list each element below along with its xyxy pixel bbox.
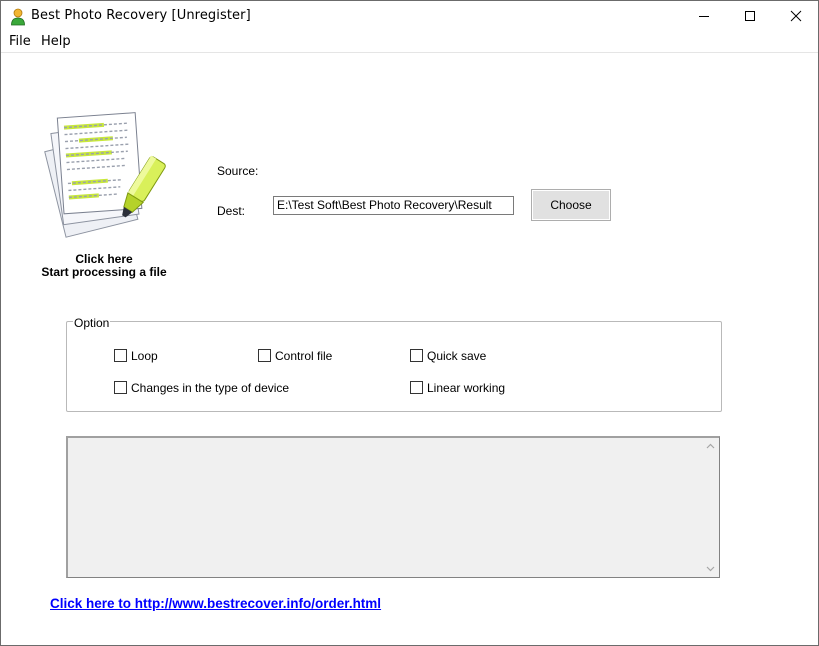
minimize-button[interactable] [681,1,727,32]
control-file-label[interactable]: Control file [275,349,332,363]
linear-working-label[interactable]: Linear working [427,381,505,395]
log-textarea[interactable] [66,436,720,578]
quick-save-label[interactable]: Quick save [427,349,486,363]
close-icon [790,10,802,22]
control-file-checkbox[interactable] [258,349,271,362]
app-window: Best Photo Recovery [Unregister] File He… [0,0,819,646]
process-file-icon[interactable] [41,109,173,239]
start-processing-label[interactable]: Start processing a file [39,265,169,279]
choose-button[interactable]: Choose [531,189,611,221]
log-scrollbar[interactable] [702,438,719,577]
title-bar: Best Photo Recovery [Unregister] [1,1,818,32]
option-group-title: Option [73,316,111,330]
dest-path-field[interactable]: E:\Test Soft\Best Photo Recovery\Result [273,196,514,215]
menu-bar: File Help [1,32,818,53]
changes-device-label[interactable]: Changes in the type of device [131,381,289,395]
maximize-icon [745,11,755,21]
option-group [66,321,722,412]
menu-file[interactable]: File [9,34,31,49]
scroll-up-icon[interactable] [706,442,715,451]
maximize-button[interactable] [727,1,773,32]
click-here-label[interactable]: Click here [41,252,167,266]
quick-save-checkbox[interactable] [410,349,423,362]
loop-label[interactable]: Loop [131,349,158,363]
window-title: Best Photo Recovery [Unregister] [31,8,251,23]
dest-label: Dest: [217,204,246,218]
menu-help[interactable]: Help [41,34,71,49]
minimize-icon [699,16,709,17]
app-user-icon [10,8,26,26]
close-button[interactable] [773,1,819,32]
linear-working-checkbox[interactable] [410,381,423,394]
source-label: Source: [217,164,259,178]
scroll-down-icon[interactable] [706,564,715,573]
order-link[interactable]: Click here to http://www.bestrecover.inf… [50,596,381,611]
changes-device-checkbox[interactable] [114,381,127,394]
loop-checkbox[interactable] [114,349,127,362]
